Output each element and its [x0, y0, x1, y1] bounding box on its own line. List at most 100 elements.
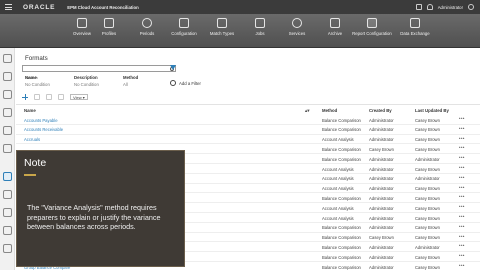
report-configuration-icon — [367, 18, 377, 28]
table-row[interactable]: Accruals Account Analysis Administrator Cas… — [16, 135, 480, 145]
page-title: Formats — [25, 55, 48, 62]
row-actions-icon[interactable]: ••• — [459, 214, 465, 219]
row-created-by: Administrator — [369, 215, 394, 221]
row-updated-by: Casey Brown — [415, 205, 440, 211]
row-actions-icon[interactable]: ••• — [459, 145, 465, 150]
row-created-by: Administrator — [369, 137, 394, 143]
col-name[interactable]: Name — [24, 108, 36, 113]
rail-home-icon[interactable] — [3, 54, 12, 63]
row-created-by: Administrator — [369, 186, 394, 192]
row-method: Balance Comparison — [322, 244, 361, 250]
duplicate-icon[interactable] — [46, 94, 52, 100]
row-created-by: Administrator — [369, 156, 394, 162]
row-actions-icon[interactable]: ••• — [459, 185, 465, 190]
row-created-by: Administrator — [369, 205, 394, 211]
row-method: Balance Comparison — [322, 235, 361, 241]
sort-icon[interactable]: ▴▾ — [305, 108, 310, 114]
row-actions-icon[interactable]: ••• — [459, 136, 465, 141]
table-row[interactable]: Accounts Payable Balance Comparison Admini… — [16, 115, 480, 125]
user-menu[interactable]: Administrator — [438, 5, 463, 10]
row-actions-icon[interactable]: ••• — [459, 234, 465, 239]
jobs-icon — [255, 18, 265, 28]
rail-settings-icon[interactable] — [3, 108, 12, 117]
periods-icon — [142, 18, 152, 28]
row-actions-icon[interactable]: ••• — [459, 175, 465, 180]
row-actions-icon[interactable]: ••• — [459, 204, 465, 209]
row-actions-icon[interactable]: ••• — [459, 263, 465, 268]
filter-method[interactable]: Method All — [123, 75, 138, 87]
row-created-by: Administrator — [369, 166, 394, 172]
col-created-by[interactable]: Created By — [369, 108, 392, 113]
profiles-icon — [104, 18, 114, 28]
row-actions-icon[interactable]: ••• — [459, 116, 465, 121]
row-method: Account Analysis — [322, 137, 354, 143]
row-actions-icon[interactable]: ••• — [459, 155, 465, 160]
row-created-by: Administrator — [369, 127, 394, 133]
row-method: Balance Comparison — [322, 254, 361, 260]
row-actions-icon[interactable]: ••• — [459, 165, 465, 170]
row-name-link[interactable]: Accounts Receivable — [24, 127, 63, 132]
rail-link-icon[interactable] — [3, 226, 12, 235]
row-updated-by: Casey Brown — [415, 146, 440, 152]
row-created-by: Administrator — [369, 244, 394, 250]
rail-reports-icon[interactable] — [3, 90, 12, 99]
row-actions-icon[interactable]: ••• — [459, 126, 465, 131]
row-method: Account Analysis — [322, 176, 354, 182]
row-created-by: Administrator — [369, 225, 394, 231]
rail-calendar-icon[interactable] — [3, 208, 12, 217]
top-bar: ORACLE EPM Cloud Account Reconciliation … — [0, 0, 480, 14]
delete-icon[interactable] — [58, 94, 64, 100]
navigation-bar: Overview Profiles Periods Configuration … — [0, 14, 480, 48]
row-method: Account Analysis — [322, 215, 354, 221]
view-menu[interactable]: View ▾ — [70, 94, 88, 100]
row-updated-by: Casey Brown — [415, 166, 440, 172]
rail-lock-icon[interactable] — [3, 190, 12, 199]
left-rail — [0, 48, 15, 270]
add-icon[interactable] — [22, 94, 28, 100]
note-accent-bar — [24, 174, 36, 176]
rail-gear-icon[interactable] — [3, 244, 12, 253]
search-box[interactable] — [22, 65, 176, 80]
menu-icon[interactable] — [1, 0, 15, 14]
row-created-by: Casey Brown — [369, 146, 394, 152]
nav-report-configuration[interactable]: Report Configuration — [349, 18, 395, 46]
services-icon — [292, 18, 302, 28]
notifications-icon[interactable] — [426, 4, 433, 10]
home-icon[interactable] — [415, 4, 422, 10]
nav-data-exchange[interactable]: Data Exchange — [392, 18, 438, 46]
rail-formats-icon[interactable] — [3, 172, 12, 181]
note-text: The "Variance Analysis" method requires … — [27, 203, 161, 231]
row-actions-icon[interactable]: ••• — [459, 224, 465, 229]
row-name-link[interactable]: Accounts Payable — [24, 118, 58, 123]
row-updated-by: Administrator — [415, 244, 440, 250]
filter-name[interactable]: Name No Condition — [25, 75, 50, 87]
oracle-logo: ORACLE — [23, 3, 56, 11]
add-filter-button[interactable]: Add a Filter — [170, 80, 201, 86]
app-title: EPM Cloud Account Reconciliation — [67, 4, 139, 10]
row-updated-by: Casey Brown — [415, 215, 440, 221]
row-actions-icon[interactable]: ••• — [459, 243, 465, 248]
col-last-updated-by[interactable]: Last Updated By — [415, 108, 449, 113]
row-actions-icon[interactable]: ••• — [459, 253, 465, 258]
filter-description[interactable]: Description No Condition — [74, 75, 99, 87]
row-updated-by: Casey Brown — [415, 117, 440, 123]
row-created-by: Administrator — [369, 195, 394, 201]
row-name-link[interactable]: Accruals — [24, 137, 40, 142]
row-created-by: Administrator — [369, 117, 394, 123]
row-updated-by: Casey Brown — [415, 186, 440, 192]
col-method[interactable]: Method — [322, 108, 337, 113]
configuration-icon — [179, 18, 189, 28]
row-method: Balance Comparison — [322, 195, 361, 201]
row-created-by: Casey Brown — [369, 235, 394, 241]
user-avatar-icon[interactable] — [468, 4, 474, 10]
edit-icon[interactable] — [34, 94, 40, 100]
archive-icon — [330, 18, 340, 28]
row-actions-icon[interactable]: ••• — [459, 194, 465, 199]
table-row[interactable]: Accounts Receivable Balance Comparison Adm… — [16, 125, 480, 135]
note-title: Note — [24, 157, 47, 169]
rail-tasks-icon[interactable] — [3, 72, 12, 81]
rail-users-icon[interactable] — [3, 126, 12, 135]
rail-list-icon[interactable] — [3, 144, 12, 153]
row-method: Account Analysis — [322, 205, 354, 211]
filter-icon[interactable] — [170, 65, 176, 70]
